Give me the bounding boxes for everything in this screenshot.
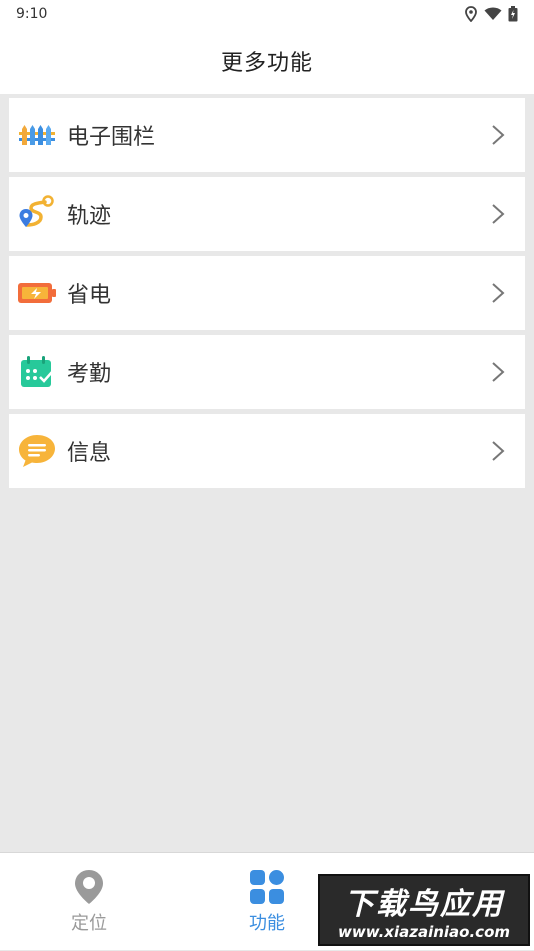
menu-item-label: 信息 (67, 441, 112, 466)
watermark-logo: 下载鸟应用 www.xiazainiao.com (318, 874, 530, 946)
tab-location[interactable]: 定位 (29, 853, 149, 951)
status-time: 9:10 (16, 6, 48, 22)
chevron-right-icon (492, 204, 505, 224)
tab-label: 定位 (71, 913, 107, 934)
page-title: 更多功能 (220, 51, 313, 76)
tab-label: 功能 (249, 913, 285, 934)
menu-item-label: 省电 (67, 283, 112, 308)
status-bar: 9:10 (0, 0, 534, 28)
location-pin-icon (75, 870, 103, 904)
menu-item-label: 轨迹 (67, 204, 112, 229)
menu-item-label: 电子围栏 (67, 125, 156, 150)
menu-item-attendance[interactable]: 考勤 (9, 335, 525, 409)
chevron-right-icon (492, 125, 505, 145)
tab-features[interactable]: 功能 (207, 853, 327, 951)
watermark-url: www.xiazainiao.com (337, 923, 511, 941)
battery-status-icon (508, 6, 518, 22)
route-icon (17, 194, 57, 234)
menu-item-track[interactable]: 轨迹 (9, 177, 525, 251)
chevron-right-icon (492, 283, 505, 303)
watermark-title: 下载鸟应用 (344, 887, 504, 922)
message-icon (17, 431, 57, 471)
menu-item-message[interactable]: 信息 (9, 414, 525, 488)
chevron-right-icon (492, 441, 505, 461)
chevron-right-icon (492, 362, 505, 382)
fence-icon (17, 115, 57, 155)
calendar-check-icon (17, 352, 57, 392)
wifi-icon (484, 7, 502, 20)
page-header: 更多功能 (0, 28, 534, 94)
menu-item-power-save[interactable]: 省电 (9, 256, 525, 330)
menu-item-fence[interactable]: 电子围栏 (9, 98, 525, 172)
menu-item-label: 考勤 (67, 362, 112, 387)
battery-icon (17, 273, 57, 313)
status-icons (464, 6, 518, 22)
location-status-icon (465, 6, 477, 22)
menu-list: 电子围栏 轨迹 省电 考勤 信息 (9, 98, 525, 493)
grid-icon (250, 870, 284, 904)
